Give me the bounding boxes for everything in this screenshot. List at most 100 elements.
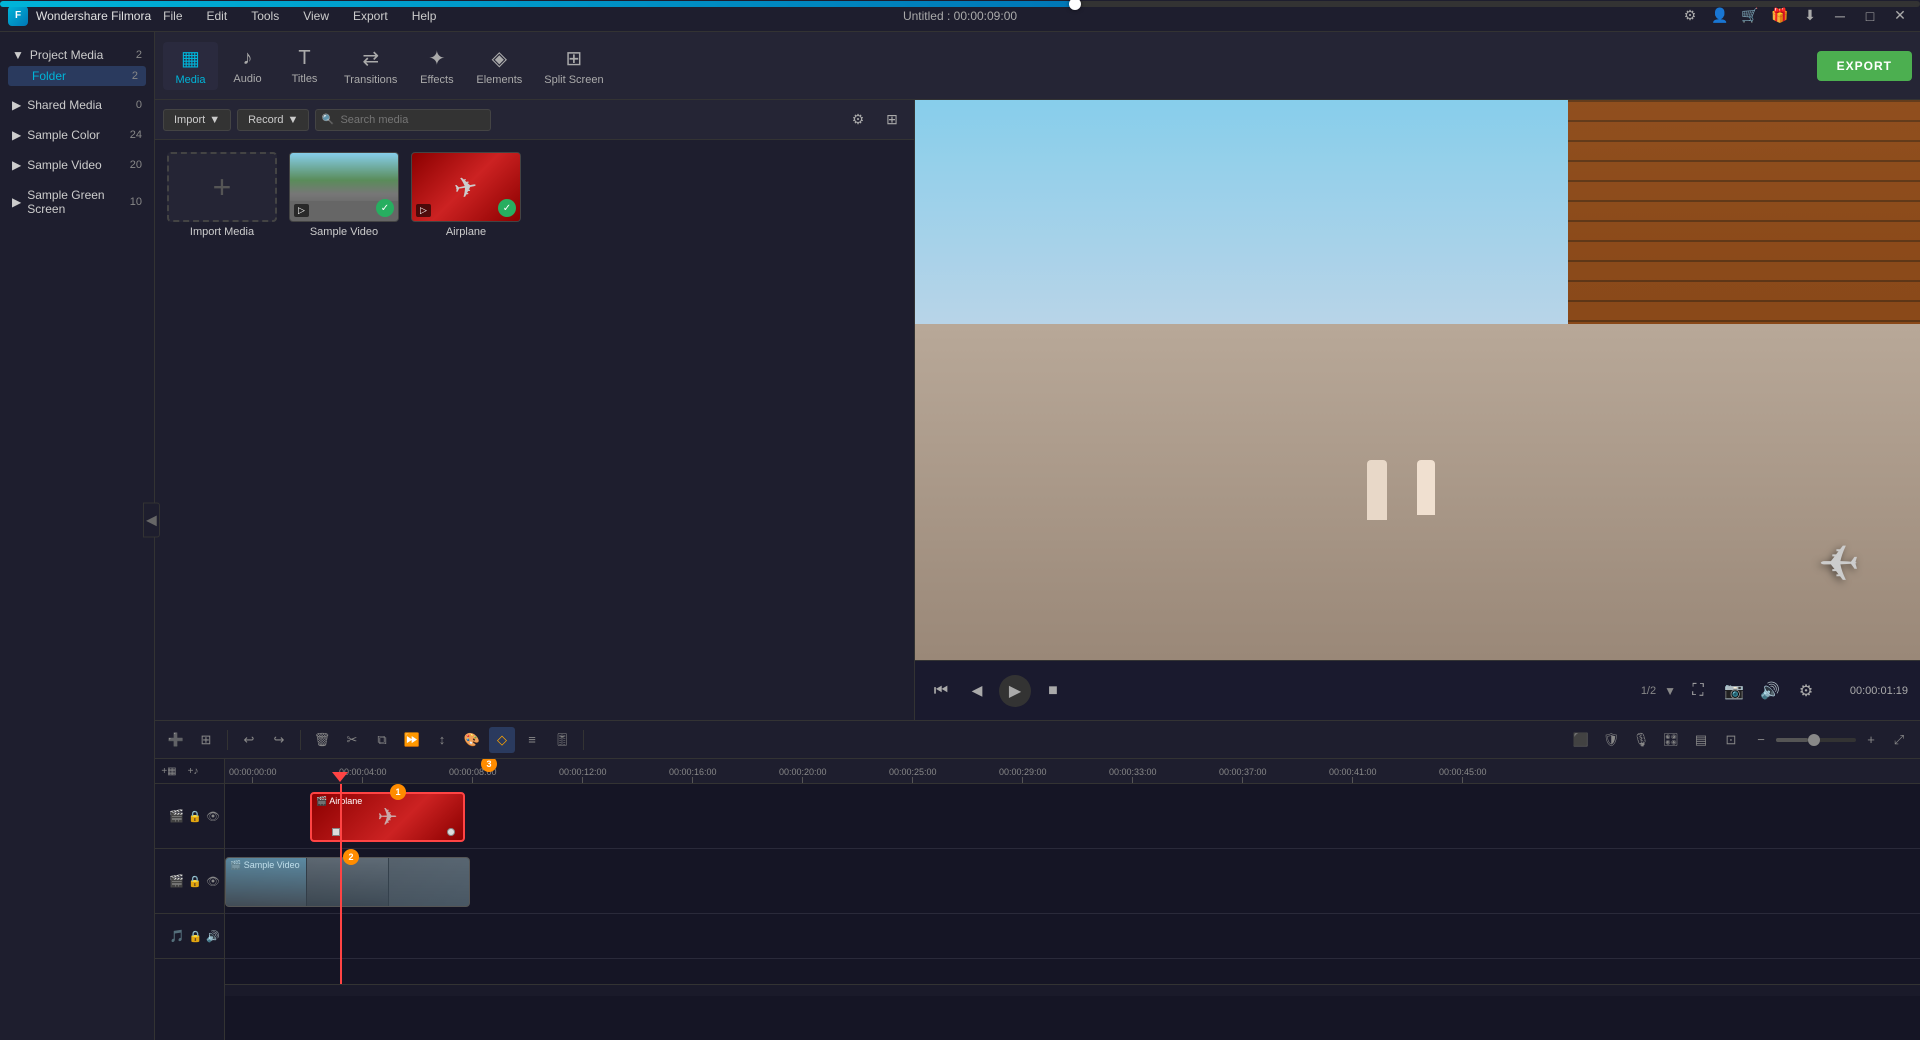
track1-icon: 🎬 — [169, 809, 184, 823]
check-badge-airplane: ✓ — [498, 199, 516, 217]
time-display: 00:00:01:19 — [1828, 685, 1908, 697]
airplane-label: Airplane — [446, 226, 486, 238]
export-button[interactable]: EXPORT — [1817, 51, 1912, 81]
snapshot-button[interactable]: 📷 — [1720, 677, 1748, 705]
tl-mix[interactable]: 🎛 — [1658, 727, 1684, 753]
ruler-mark-7: 00:00:29:00 — [999, 767, 1047, 783]
tab-elements[interactable]: ◈ Elements — [466, 42, 532, 90]
preview-video: ✈ — [915, 100, 1920, 660]
media-panel: Import ▼ Record ▼ ⚙ ⊞ — [155, 100, 915, 720]
tl-redo[interactable]: ↪ — [266, 727, 292, 753]
tab-audio[interactable]: ♪ Audio — [220, 43, 275, 89]
track2-icon: 🎬 — [169, 874, 184, 888]
track-row-2: 2 🎬 Sample Video — [225, 849, 1920, 914]
titles-icon: T — [298, 47, 310, 70]
sidebar-collapse-handle[interactable]: ◀ — [143, 503, 160, 538]
import-media-item[interactable]: + Import Media — [167, 152, 277, 238]
preview-panel: ✈ ⏮ ◀ ▶ ■ — [915, 100, 1920, 720]
effects-icon: ✦ — [429, 46, 446, 71]
tl-undo[interactable]: ↩ — [236, 727, 262, 753]
tab-media[interactable]: ▦ Media — [163, 42, 218, 90]
settings-preview-button[interactable]: ⚙ — [1792, 677, 1820, 705]
record-dropdown[interactable]: Record ▼ — [237, 109, 309, 131]
play-back-button[interactable]: ◀ — [963, 677, 991, 705]
zoom-handle[interactable] — [1808, 734, 1820, 746]
stop-button[interactable]: ■ — [1039, 677, 1067, 705]
person2 — [1417, 460, 1435, 515]
tl-layout[interactable]: ▤ — [1688, 727, 1714, 753]
menu-file[interactable]: File — [159, 7, 186, 25]
clip-airplane[interactable]: ✈ 🎬 Airplane — [310, 792, 465, 842]
sidebar-nav: ▼ Project Media 2 Folder 2 ▶ Shared Medi… — [0, 32, 154, 232]
tl-align[interactable]: ≡ — [519, 727, 545, 753]
add-video-track[interactable]: +▦ — [159, 761, 179, 781]
tl-copy[interactable]: ⧉ — [369, 727, 395, 753]
tl-zoom-out[interactable]: − — [1748, 727, 1774, 753]
green-screen-header[interactable]: ▶ Sample Green Screen 10 — [8, 184, 146, 220]
shared-media-header[interactable]: ▶ Shared Media 0 — [8, 94, 146, 116]
timeline-scrollbar[interactable] — [225, 984, 1920, 996]
audio-lock[interactable]: 🔒 — [189, 930, 203, 943]
airplane-icon: ✈ — [452, 169, 481, 206]
tl-zoom-in[interactable]: + — [1858, 727, 1884, 753]
import-dropdown[interactable]: Import ▼ — [163, 109, 231, 131]
tl-render[interactable]: ⬛ — [1568, 727, 1594, 753]
menu-export[interactable]: Export — [349, 7, 392, 25]
green-screen-title: ▶ Sample Green Screen — [12, 188, 130, 216]
zoom-slider[interactable] — [1776, 738, 1856, 742]
sidebar-item-folder[interactable]: Folder 2 — [8, 66, 146, 86]
menu-edit[interactable]: Edit — [203, 7, 232, 25]
nav-toolbar: ▦ Media ♪ Audio T Titles ⇄ Transitions ✦… — [155, 32, 1920, 100]
tl-shield[interactable]: 🛡 — [1598, 727, 1624, 753]
track2-lock[interactable]: 🔒 — [188, 875, 202, 888]
volume-button[interactable]: 🔊 — [1756, 677, 1784, 705]
sample-video-label: Sample Video — [310, 226, 378, 238]
title-bar-left: F Wondershare Filmora File Edit Tools Vi… — [8, 6, 440, 26]
search-input[interactable] — [315, 109, 491, 131]
tab-effects[interactable]: ✦ Effects — [409, 42, 464, 90]
tl-keyframe[interactable]: ◇ — [489, 727, 515, 753]
add-audio-track[interactable]: +♪ — [183, 761, 203, 781]
sidebar-section-project-media: ▼ Project Media 2 Folder 2 — [0, 40, 154, 90]
track1-eye[interactable]: 👁 — [206, 810, 220, 823]
tab-titles[interactable]: T Titles — [277, 43, 332, 89]
tl-mic[interactable]: 🎙 — [1628, 727, 1654, 753]
track1-lock[interactable]: 🔒 — [188, 810, 202, 823]
tl-cut[interactable]: ✂ — [339, 727, 365, 753]
separator3 — [583, 730, 584, 750]
tl-color[interactable]: 🎨 — [459, 727, 485, 753]
tl-speed[interactable]: ⏩ — [399, 727, 425, 753]
menu-tools[interactable]: Tools — [247, 7, 283, 25]
film-frame1 — [226, 858, 307, 906]
tl-add-track[interactable]: ➕ — [163, 727, 189, 753]
audio-eye[interactable]: 🔊 — [206, 930, 220, 943]
fullscreen-button[interactable]: ⛶ — [1684, 677, 1712, 705]
tab-transitions[interactable]: ⇄ Transitions — [334, 42, 407, 90]
transitions-icon: ⇄ — [362, 46, 379, 71]
menu-view[interactable]: View — [299, 7, 333, 25]
grid-view-button[interactable]: ⊞ — [878, 106, 906, 134]
sample-color-header[interactable]: ▶ Sample Color 24 — [8, 124, 146, 146]
keyframe-dot-left — [332, 828, 340, 836]
skip-back-button[interactable]: ⏮ — [927, 677, 955, 705]
track-header-audio: 🎵 🔒 🔊 — [155, 914, 224, 959]
tl-crop[interactable]: ⊡ — [1718, 727, 1744, 753]
project-media-header[interactable]: ▼ Project Media 2 — [8, 44, 146, 66]
track2-eye[interactable]: 👁 — [206, 875, 220, 888]
menu-help[interactable]: Help — [408, 7, 441, 25]
play-button[interactable]: ▶ — [999, 675, 1031, 707]
ruler-mark-5: 00:00:20:00 — [779, 767, 827, 783]
tab-split-screen[interactable]: ⊞ Split Screen — [534, 42, 613, 90]
dropdown-arrow[interactable]: ▼ — [1664, 684, 1676, 698]
sample-video-header[interactable]: ▶ Sample Video 20 — [8, 154, 146, 176]
sample-video-item[interactable]: ✓ ▷ Sample Video — [289, 152, 399, 238]
tl-fit-all[interactable]: ⤢ — [1886, 727, 1912, 753]
filter-button[interactable]: ⚙ — [844, 106, 872, 134]
tl-transform[interactable]: ↕ — [429, 727, 455, 753]
airplane-item[interactable]: ✈ ✓ ▷ Airplane — [411, 152, 521, 238]
split-screen-icon: ⊞ — [566, 46, 583, 71]
tl-delete[interactable]: 🗑 — [309, 727, 335, 753]
tl-group[interactable]: ⊞ — [193, 727, 219, 753]
track-row-1: 1 ✈ 🎬 Airplane — [225, 784, 1920, 849]
tl-audio-adj[interactable]: 🎚 — [549, 727, 575, 753]
